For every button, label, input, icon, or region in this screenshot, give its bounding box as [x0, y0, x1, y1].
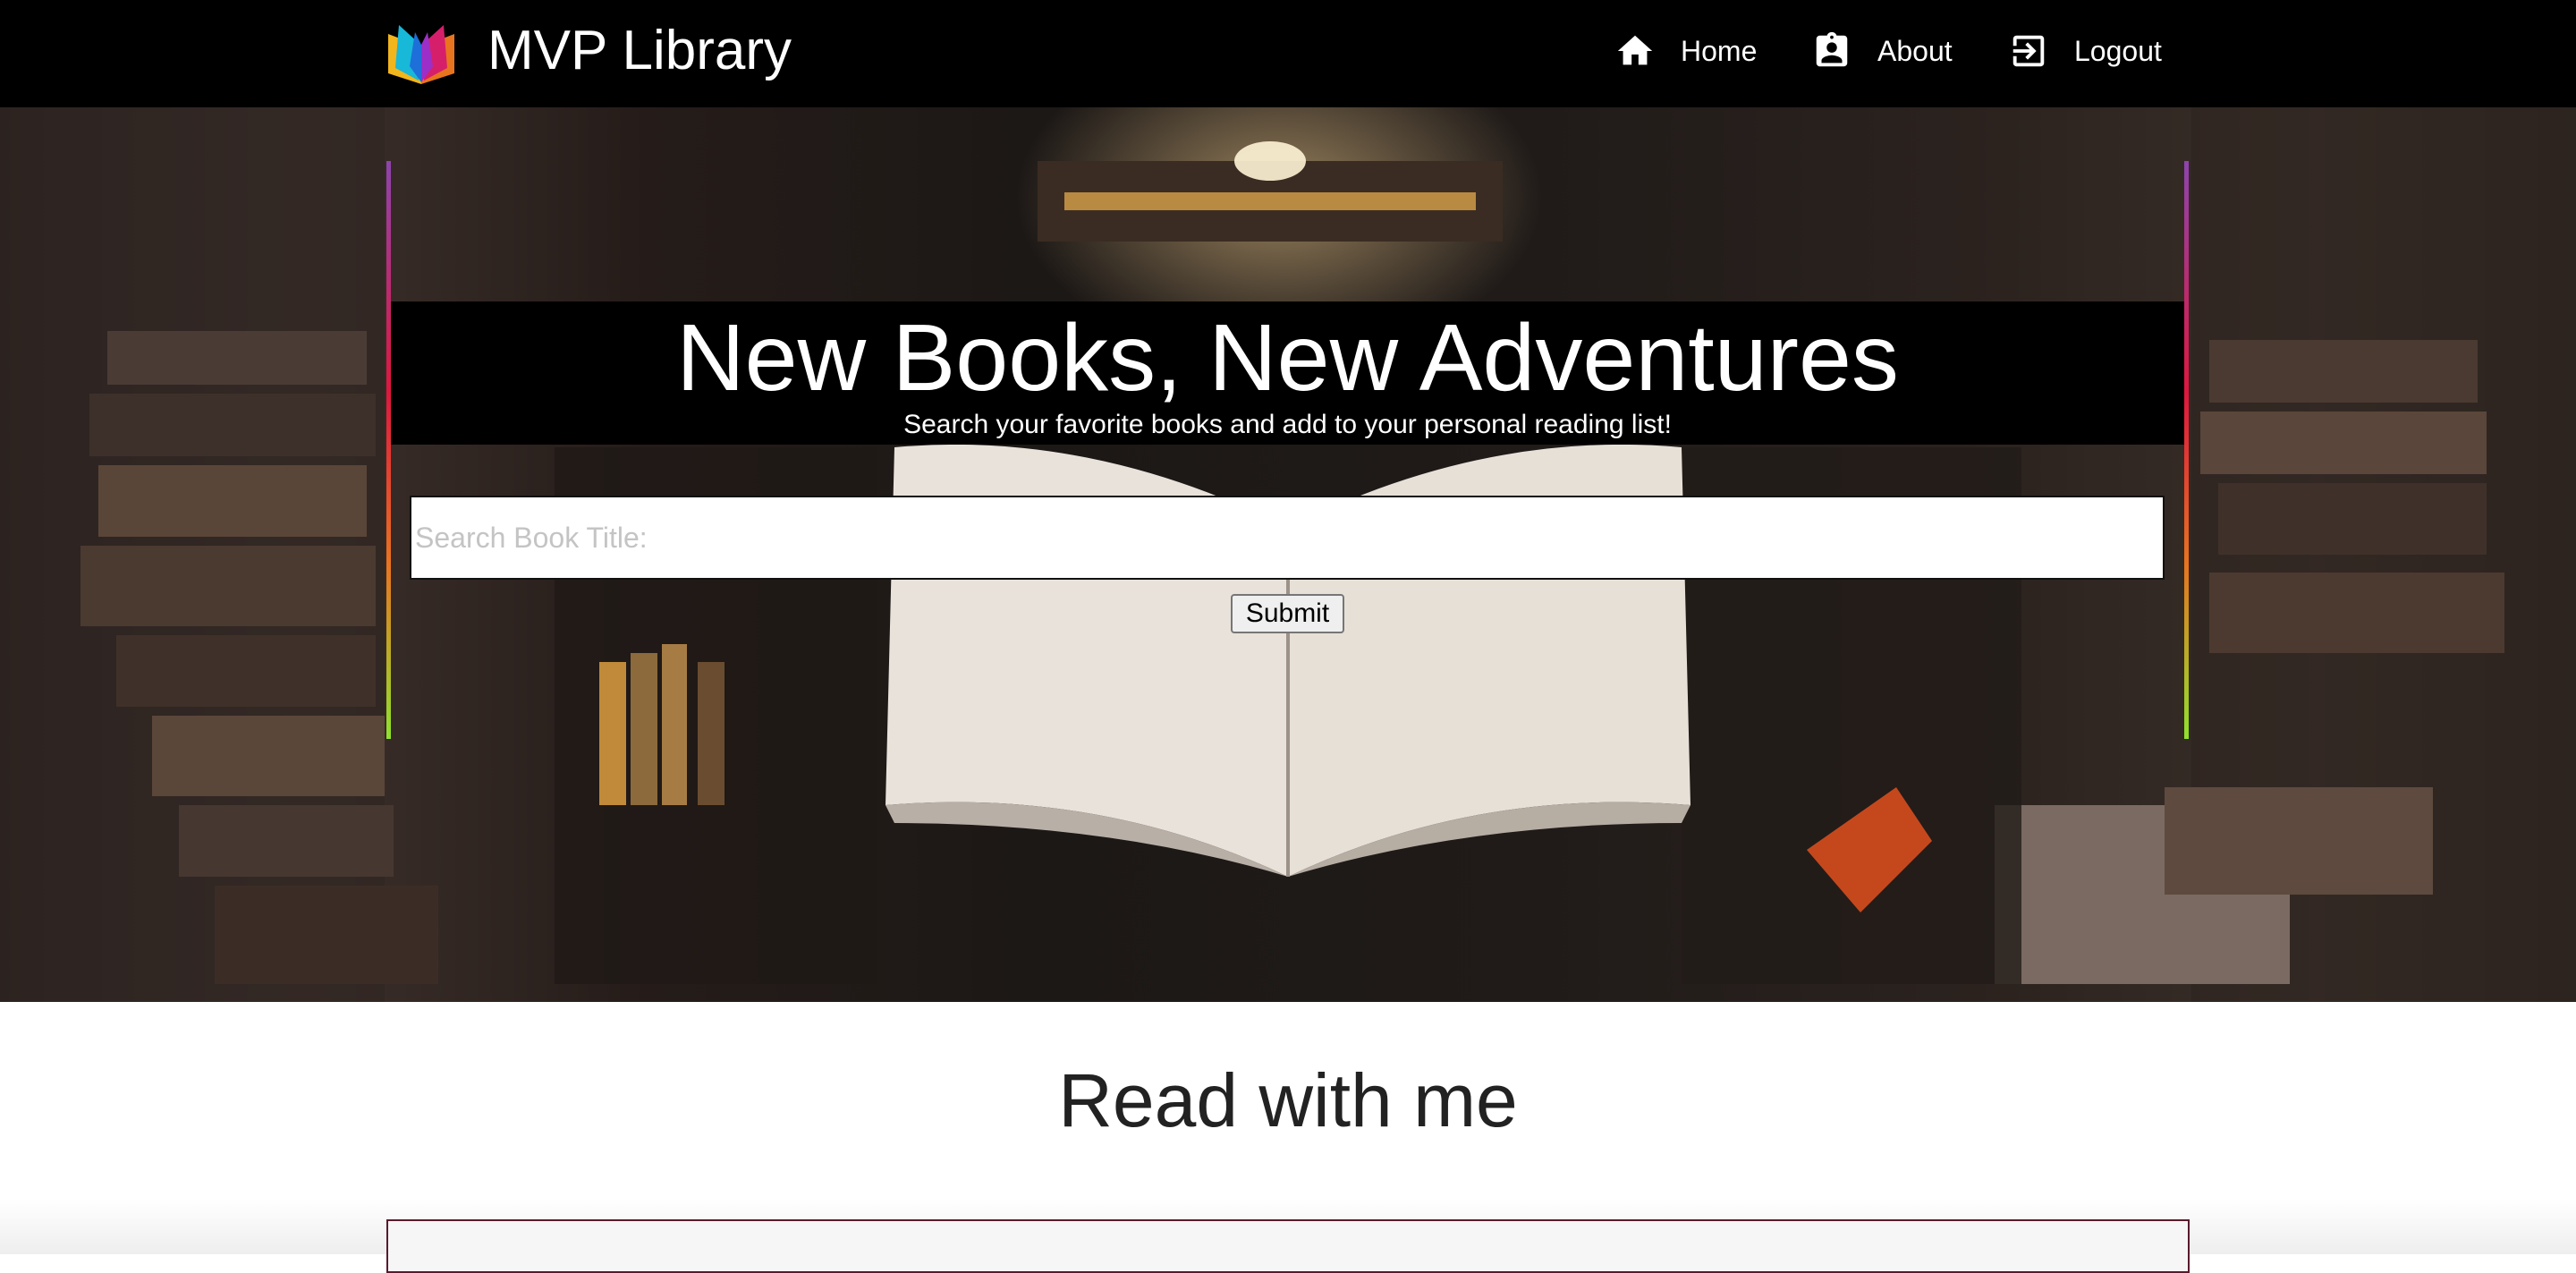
home-icon: [1617, 35, 1653, 65]
open-book-logo-icon[interactable]: [385, 21, 458, 89]
nav-home-label: Home: [1681, 34, 1758, 67]
submit-button[interactable]: Submit: [1231, 594, 1344, 633]
nav-logout-link[interactable]: Logout: [2008, 25, 2162, 77]
hero-accent-bar-left: [386, 161, 391, 739]
logout-icon: [2012, 35, 2045, 67]
reading-list-card: [386, 1219, 2190, 1273]
section-title: Read with me: [1058, 1058, 1518, 1142]
hero-accent-bar-right: [2184, 161, 2189, 739]
nav-about-link[interactable]: About: [1811, 25, 1953, 77]
nav-home-link[interactable]: Home: [1614, 25, 1757, 77]
navbar: MVP Library Home About Logout: [0, 0, 2576, 107]
clipboard-account-icon: [1816, 31, 1848, 67]
nav-logout-label: Logout: [2074, 34, 2162, 67]
search-book-title-input[interactable]: [410, 496, 2165, 580]
hero-banner: New Books, New Adventures Search your fa…: [391, 301, 2184, 445]
brand-title[interactable]: MVP Library: [487, 18, 792, 84]
hero-section: New Books, New Adventures Search your fa…: [0, 107, 2576, 1002]
nav-about-label: About: [1877, 34, 1953, 67]
hero-subtitle: Search your favorite books and add to yo…: [903, 410, 1672, 439]
hero-title: New Books, New Adventures: [676, 305, 1899, 411]
